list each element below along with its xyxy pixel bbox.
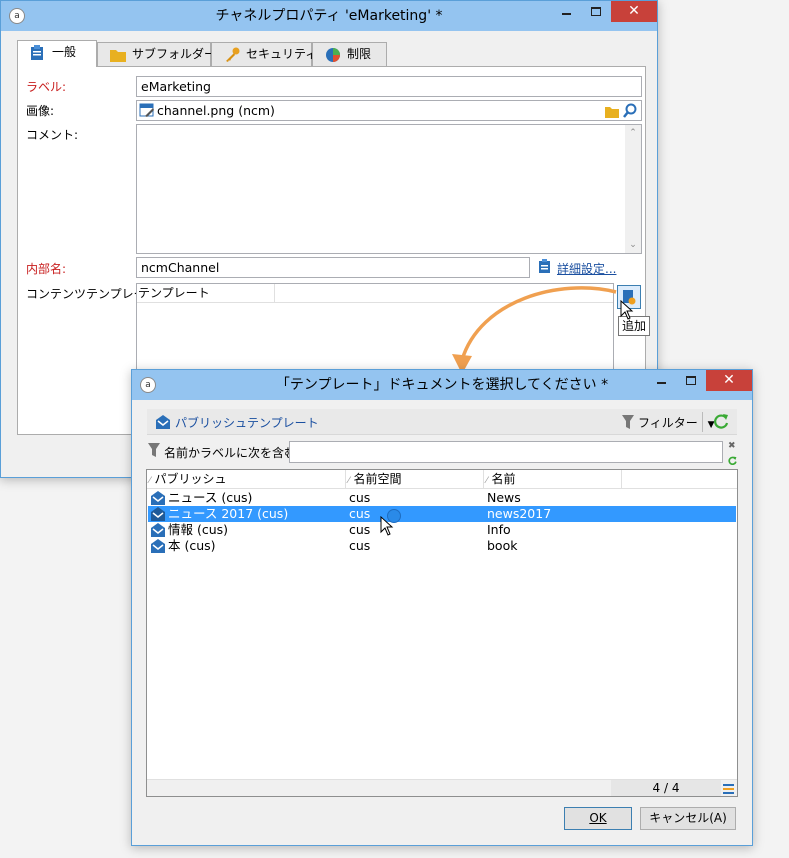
browse-folder-icon[interactable] (605, 104, 619, 120)
search-icon[interactable] (623, 103, 637, 120)
close-button[interactable]: ✕ (611, 1, 657, 22)
filter-dropdown[interactable]: フィルター ▼ (638, 414, 715, 431)
maximize-icon (591, 7, 601, 16)
search-caption: 名前かラベルに次を含む: (164, 446, 301, 460)
template-column-header[interactable]: テンプレート (137, 284, 275, 303)
search-input[interactable] (289, 441, 723, 463)
dialog-title-bar[interactable]: a 「テンプレート」ドキュメントを選択してください * ✕ (132, 370, 752, 400)
search-filter-icon (148, 443, 160, 460)
tab-subfolders[interactable]: サブフォルダー (97, 42, 216, 66)
tab-general-label: 一般 (52, 45, 77, 59)
column-name-label: 名前 (491, 472, 516, 486)
image-value: channel.png (ncm) (157, 103, 275, 118)
tab-security[interactable]: セキュリティ (211, 42, 317, 66)
menu-lines-icon[interactable] (723, 783, 734, 797)
row-namespace: cus (349, 490, 371, 505)
comment-textarea[interactable]: ⌃ ⌄ (136, 124, 642, 254)
sort-icon: ⁄ (348, 476, 350, 486)
template-column-label: テンプレート (138, 286, 210, 300)
folder-label[interactable]: パブリッシュテンプレート (175, 414, 319, 431)
table-row[interactable]: 情報 (cus) cus Info (148, 522, 736, 538)
row-name: book (487, 538, 518, 553)
tab-restrictions[interactable]: 制限 (312, 42, 387, 66)
internal-name-input[interactable]: ncmChannel (136, 257, 530, 278)
column-name[interactable]: ⁄ 名前 (484, 470, 622, 489)
toolbar-separator (702, 412, 703, 432)
search-refresh-icon[interactable] (728, 454, 737, 468)
row-publish: 本 (cus) (168, 538, 216, 553)
close-icon: ✕ (628, 3, 640, 19)
image-caption: 画像: (26, 104, 55, 118)
ok-button-label: OK (589, 811, 607, 825)
column-namespace-label: 名前空間 (353, 472, 402, 486)
column-publish-label: パブリッシュ (154, 472, 227, 486)
row-publish: ニュース 2017 (cus) (168, 506, 289, 521)
label-input[interactable]: eMarketing (136, 76, 642, 97)
tab-subfolders-label: サブフォルダー (132, 47, 217, 61)
cancel-button-label: キャンセル(A) (649, 811, 727, 825)
refresh-icon[interactable] (713, 413, 729, 432)
curved-arrow-icon (452, 286, 617, 374)
clear-search-icon[interactable]: ✖ (728, 441, 736, 451)
column-namespace[interactable]: ⁄ 名前空間 (346, 470, 484, 489)
scroll-down-icon[interactable]: ⌄ (625, 237, 641, 253)
tab-general[interactable]: 一般 (17, 40, 97, 67)
row-name: news2017 (487, 506, 552, 521)
image-file-icon (139, 103, 155, 120)
maximize-button[interactable] (581, 1, 611, 22)
documents-grid[interactable]: ⁄ パブリッシュ ⁄ 名前空間 ⁄ 名前 ニュース (cus) cus News ニュ… (146, 469, 738, 797)
dialog-maximize-icon (686, 376, 696, 385)
dialog-close-button[interactable]: ✕ (706, 370, 752, 391)
sort-icon: ⁄ (149, 476, 151, 486)
row-namespace: cus (349, 522, 371, 537)
table-row[interactable]: 本 (cus) cus book (148, 538, 736, 554)
dialog-minimize-icon (656, 381, 666, 384)
minimize-icon (561, 12, 571, 15)
dialog-maximize-button[interactable] (676, 370, 706, 391)
grid-mouse-cursor-icon (380, 516, 394, 536)
row-publish: ニュース (cus) (168, 490, 253, 505)
filter-label: フィルター (638, 416, 698, 430)
table-row[interactable]: ニュース (cus) cus News (148, 490, 736, 506)
tab-restrictions-label: 制限 (347, 47, 372, 61)
dialog-close-icon: ✕ (723, 372, 735, 388)
row-namespace: cus (349, 506, 371, 521)
clipboard-icon (30, 45, 44, 68)
ok-button[interactable]: OK (564, 807, 632, 830)
label-caption: ラベル: (26, 80, 67, 94)
advanced-settings-link[interactable]: 詳細設定... (557, 260, 616, 277)
grid-status-bar: 4 / 4 (147, 779, 737, 796)
filter-icon (622, 415, 634, 432)
row-name: Info (487, 522, 511, 537)
publish-template-icon (150, 539, 166, 557)
title-bar[interactable]: a チャネルプロパティ 'eMarketing' * ✕ (1, 1, 657, 31)
dialog-toolbar: パブリッシュテンプレート フィルター ▼ (147, 409, 737, 435)
row-namespace: cus (349, 538, 371, 553)
column-publish[interactable]: ⁄ パブリッシュ (147, 470, 346, 489)
settings-clipboard-icon (538, 259, 551, 277)
scroll-up-icon[interactable]: ⌃ (625, 125, 641, 141)
record-count: 4 / 4 (611, 780, 721, 796)
internal-name-caption: 内部名: (26, 262, 67, 276)
dialog-minimize-button[interactable] (646, 370, 676, 391)
row-name: News (487, 490, 521, 505)
table-row-selected[interactable]: ニュース 2017 (cus) cus news2017 (148, 506, 736, 522)
cancel-button[interactable]: キャンセル(A) (640, 807, 736, 830)
minimize-button[interactable] (551, 1, 581, 22)
publish-template-icon (155, 414, 171, 433)
comment-scrollbar[interactable]: ⌃ ⌄ (625, 125, 641, 253)
tab-security-label: セキュリティ (246, 47, 318, 61)
template-selection-dialog: a 「テンプレート」ドキュメントを選択してください * ✕ パブリッシュテンプレ… (131, 369, 753, 846)
image-field[interactable]: channel.png (ncm) (136, 100, 642, 121)
sort-icon: ⁄ (486, 476, 488, 486)
row-publish: 情報 (cus) (168, 522, 229, 537)
grid-header: ⁄ パブリッシュ ⁄ 名前空間 ⁄ 名前 (147, 470, 737, 489)
comment-caption: コメント: (26, 128, 79, 142)
